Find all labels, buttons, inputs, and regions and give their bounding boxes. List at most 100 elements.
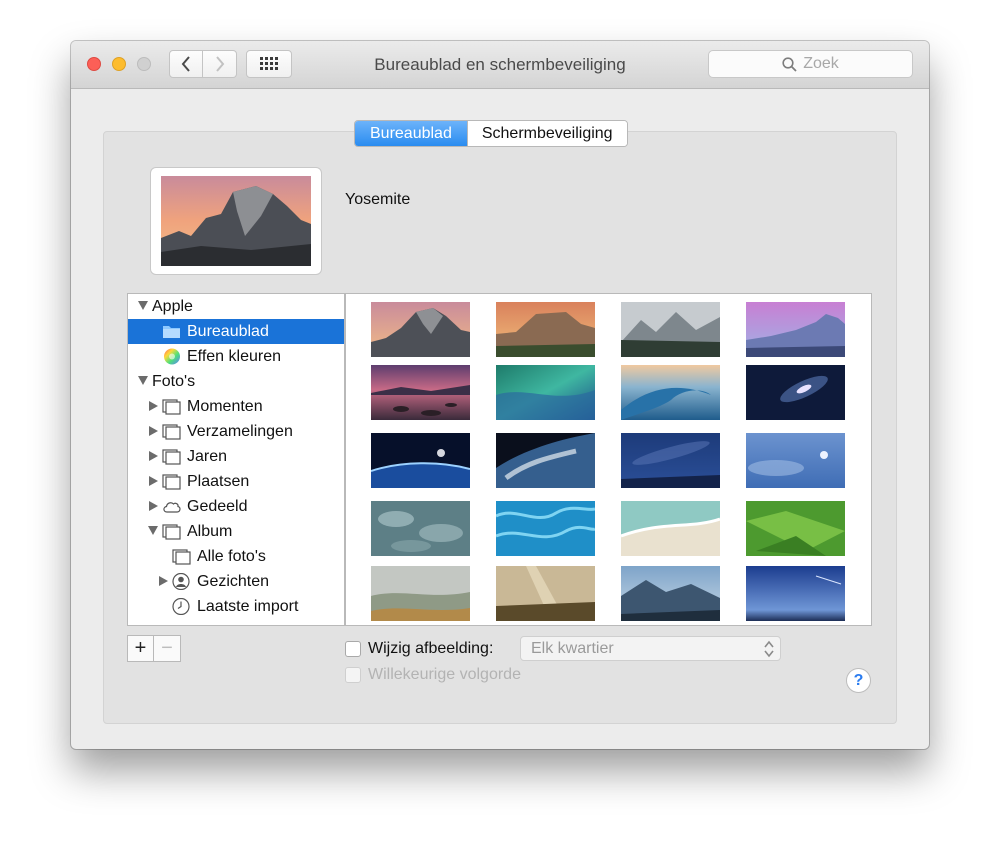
sidebar-item-label: Album <box>187 523 233 540</box>
random-order-checkbox[interactable] <box>345 667 361 683</box>
wallpaper-blue-horizon[interactable] <box>746 566 845 621</box>
wallpaper-earth-horizon[interactable] <box>371 433 470 488</box>
disclosure-open-icon[interactable] <box>138 301 148 310</box>
sidebar-item-shared[interactable]: Gedeeld <box>128 494 344 519</box>
wallpaper-grid <box>345 293 872 626</box>
forward-button[interactable] <box>203 50 237 78</box>
add-remove-buttons: + − <box>127 635 181 662</box>
current-wallpaper-name: Yosemite <box>345 191 411 208</box>
wallpaper-moon-sky[interactable] <box>746 433 845 488</box>
tab-desktop[interactable]: Bureaublad <box>355 121 467 146</box>
back-button[interactable] <box>169 50 203 78</box>
sidebar-item-label: Verzamelingen <box>187 423 293 440</box>
chevron-right-icon <box>215 56 224 72</box>
preferences-window: Bureaublad en schermbeveiliging Zoek Bur… <box>71 41 929 749</box>
wallpaper-lake-sunset[interactable] <box>371 365 470 420</box>
wallpaper-el-capitan[interactable] <box>496 302 595 357</box>
sidebar-item-label: Bureaublad <box>187 323 269 340</box>
sidebar-item-label: Alle foto's <box>197 548 266 565</box>
clock-icon <box>172 598 190 615</box>
sidebar-item-collections[interactable]: Verzamelingen <box>128 419 344 444</box>
wallpaper-green-fields[interactable] <box>746 501 845 556</box>
sidebar-item-years[interactable]: Jaren <box>128 444 344 469</box>
grid-icon <box>260 57 278 70</box>
photo-stack-icon <box>172 549 191 565</box>
photo-stack-icon <box>162 524 181 540</box>
interval-value: Elk kwartier <box>531 640 614 657</box>
sidebar-item-desktop[interactable]: Bureaublad <box>128 319 344 344</box>
search-placeholder: Zoek <box>803 55 839 72</box>
minimize-button[interactable] <box>112 57 126 71</box>
wallpaper-ocean-wave[interactable] <box>621 365 720 420</box>
photo-stack-icon <box>162 424 181 440</box>
wallpaper-beach[interactable] <box>621 501 720 556</box>
add-folder-button[interactable]: + <box>127 635 154 662</box>
sidebar-item-places[interactable]: Plaatsen <box>128 469 344 494</box>
sidebar-item-label: Gezichten <box>197 573 270 590</box>
disclosure-open-icon[interactable] <box>148 526 158 535</box>
wallpaper-earth-from-space[interactable] <box>496 433 595 488</box>
wallpaper-mountain-haze[interactable] <box>621 566 720 621</box>
sidebar-item-label: Gedeeld <box>187 498 248 515</box>
disclosure-open-icon[interactable] <box>138 376 148 385</box>
sidebar-item-moments[interactable]: Momenten <box>128 394 344 419</box>
disclosure-closed-icon[interactable] <box>149 426 158 436</box>
remove-folder-button[interactable]: − <box>154 635 181 662</box>
title-bar: Bureaublad en schermbeveiliging Zoek <box>71 41 929 89</box>
wallpaper-green-wave[interactable] <box>496 365 595 420</box>
random-order-row: Willekeurige volgorde <box>345 666 521 684</box>
interval-select[interactable]: Elk kwartier <box>520 636 781 661</box>
disclosure-closed-icon[interactable] <box>159 576 168 586</box>
yosemite-preview-image <box>161 176 311 266</box>
chevron-left-icon <box>181 56 190 72</box>
disclosure-closed-icon[interactable] <box>149 451 158 461</box>
change-picture-checkbox[interactable] <box>345 641 361 657</box>
group-label: Apple <box>152 298 193 315</box>
wallpaper-galaxy[interactable] <box>746 365 845 420</box>
wallpaper-half-dome-purple[interactable] <box>746 302 845 357</box>
sidebar-item-label: Jaren <box>187 448 228 465</box>
group-photos[interactable]: Foto's <box>128 369 344 394</box>
wallpaper-sunbeam-forest[interactable] <box>496 566 595 621</box>
photo-stack-icon <box>162 474 181 490</box>
photo-stack-icon <box>162 449 181 465</box>
tab-bar: Bureaublad Schermbeveiliging <box>354 120 628 147</box>
cloud-icon <box>163 502 181 513</box>
wallpaper-blue-water[interactable] <box>496 501 595 556</box>
group-label: Foto's <box>152 373 196 390</box>
search-field[interactable]: Zoek <box>708 50 913 78</box>
tab-screensaver[interactable]: Schermbeveiliging <box>466 121 627 146</box>
help-button[interactable]: ? <box>846 668 871 693</box>
search-icon <box>782 56 797 72</box>
disclosure-closed-icon[interactable] <box>149 501 158 511</box>
sidebar-item-label: Laatste import <box>197 598 299 615</box>
zoom-button[interactable] <box>137 57 151 71</box>
disclosure-closed-icon[interactable] <box>149 401 158 411</box>
show-all-button[interactable] <box>246 50 292 78</box>
wallpaper-yosemite-half-dome[interactable] <box>371 302 470 357</box>
change-picture-row: Wijzig afbeelding: <box>345 640 493 658</box>
source-list[interactable]: Apple Bureaublad Effen kleuren Foto's Mo… <box>127 293 345 626</box>
wallpaper-misty-forest[interactable] <box>371 566 470 621</box>
window-title: Bureaublad en schermbeveiliging <box>374 55 626 74</box>
random-order-label: Willekeurige volgorde <box>368 666 521 683</box>
sidebar-item-album[interactable]: Album <box>128 519 344 544</box>
color-wheel-icon <box>164 348 180 365</box>
wallpaper-milky-way[interactable] <box>621 433 720 488</box>
folder-icon <box>163 326 180 338</box>
sidebar-item-all-photos[interactable]: Alle foto's <box>128 544 344 569</box>
wallpaper-foggy-valley[interactable] <box>621 302 720 357</box>
person-icon <box>172 573 190 590</box>
sidebar-item-last-import[interactable]: Laatste import <box>128 594 344 619</box>
current-wallpaper-preview <box>150 167 322 275</box>
close-button[interactable] <box>87 57 101 71</box>
sidebar-item-label: Momenten <box>187 398 263 415</box>
sidebar-item-solid-colors[interactable]: Effen kleuren <box>128 344 344 369</box>
navigation-buttons <box>169 50 238 78</box>
wallpaper-clouds[interactable] <box>371 501 470 556</box>
sidebar-item-label: Effen kleuren <box>187 348 281 365</box>
sidebar-item-label: Plaatsen <box>187 473 250 490</box>
group-apple[interactable]: Apple <box>128 294 344 319</box>
sidebar-item-faces[interactable]: Gezichten <box>128 569 344 594</box>
disclosure-closed-icon[interactable] <box>149 476 158 486</box>
